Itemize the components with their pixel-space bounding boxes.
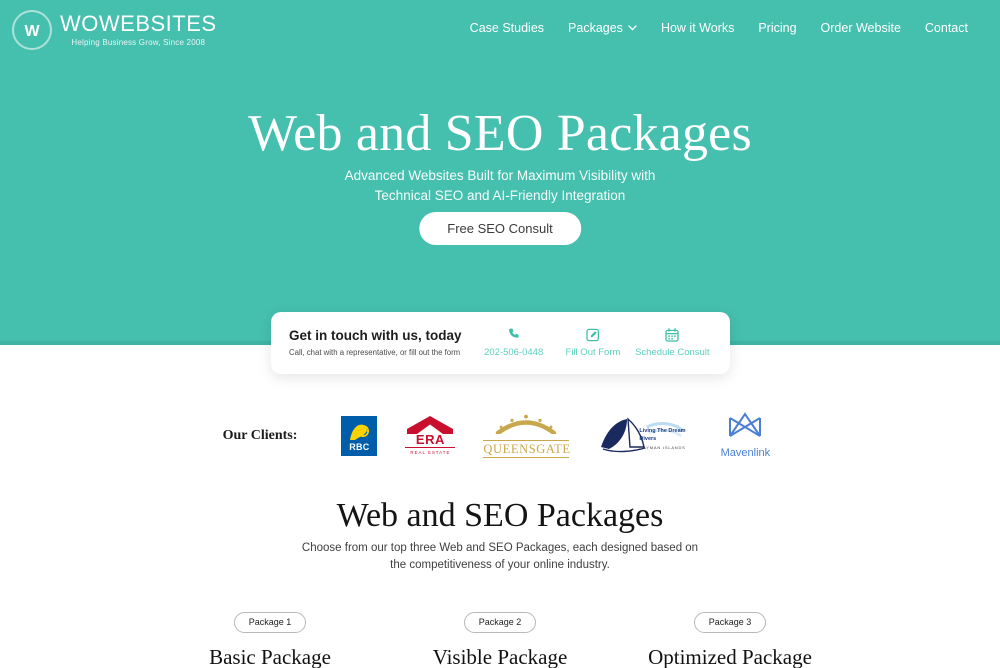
client-logo-mavenlink: Mavenlink [713,409,777,463]
fill-out-form-label: Fill Out Form [565,347,621,358]
main-navigation: Case Studies Packages How it Works Prici… [470,0,1000,35]
package-card-1[interactable]: Package 1 Basic Package [155,612,385,668]
brand-name: WOWEBSITES [60,10,217,36]
era-real-estate-logo: ERA REAL ESTATE [405,416,456,456]
rbc-logo: RBC [341,416,378,456]
landing-page: W WOWEBSITES Helping Business Grow, Sinc… [0,0,1000,668]
client-logo-living-the-dream-divers: Living The Dream Divers CAYMAN ISLANDS [597,409,686,463]
chevron-down-icon [628,25,637,31]
nav-label: Packages [568,21,623,35]
hero-subtitle-line-1: Advanced Websites Built for Maximum Visi… [344,168,656,183]
packages-subtitle-line-2: the competitiveness of your online indus… [390,559,610,571]
site-header: W WOWEBSITES Helping Business Grow, Sinc… [0,0,1000,60]
contact-card: Get in touch with us, today Call, chat w… [271,312,730,374]
hero-title: Web and SEO Packages [248,105,752,162]
rbc-lion-globe-icon [350,424,370,440]
phone-number-label: 202-506-0448 [484,347,544,358]
free-seo-consult-button[interactable]: Free SEO Consult [419,212,581,245]
package-1-name: Basic Package [209,645,331,668]
contact-card-actions: 202-506-0448 Fill Out Form Schedule Cons… [474,327,712,359]
nav-label: Order Website [820,21,901,35]
nav-label: Case Studies [469,21,545,35]
queensgate-wordmark: QUEENSGATE [483,440,571,458]
mavenlink-wordmark: Mavenlink [720,447,771,459]
calendar-icon [665,328,679,342]
phone-icon [508,328,519,338]
client-logo-era: ERA REAL ESTATE [405,409,456,463]
client-logo-rbc: RBC ® [341,409,1000,463]
contact-card-text: Get in touch with us, today Call, chat w… [289,327,474,359]
nav-item-how-it-works[interactable]: How it Works [661,21,734,35]
nav-label: Contact [924,21,968,35]
era-subtitle: REAL ESTATE [405,447,456,456]
svg-text:W: W [24,23,40,40]
package-card-3[interactable]: Package 3 Optimized Package [615,612,845,668]
package-1-badge[interactable]: Package 1 [233,612,307,633]
packages-section-subtitle: Choose from our top three Web and SEO Pa… [0,540,1000,574]
nav-item-packages[interactable]: Packages [568,21,637,35]
pencil-square-icon [586,328,599,342]
schedule-consult-label: Schedule Consult [635,347,710,358]
queensgate-crown-icon [496,414,557,436]
nav-label: Pricing [758,21,797,35]
w-circle-logo-icon: W [12,10,52,50]
brand-logo[interactable]: W WOWEBSITES Helping Business Grow, Sinc… [0,0,217,50]
clients-label: Our Clients: [222,428,298,443]
package-3-name: Optimized Package [648,645,812,668]
brand-tagline: Helping Business Grow, Since 2008 [71,37,206,47]
brand-text-block: WOWEBSITES Helping Business Grow, Since … [60,12,217,49]
nav-label: How it Works [660,21,735,35]
ltd-line-1: Living The Dream [639,428,686,434]
package-card-2[interactable]: Package 2 Visible Package [385,612,615,668]
packages-section-title: Web and SEO Packages [336,497,664,534]
call-phone-action[interactable]: 202-506-0448 [475,327,553,359]
hero-subtitle-line-2: Technical SEO and AI-Friendly Integratio… [374,188,626,203]
nav-item-order-website[interactable]: Order Website [821,21,901,35]
clients-strip: Our Clients: RBC ® ERA REAL ESTATE [0,408,1000,464]
hero-subtitle: Advanced Websites Built for Maximum Visi… [0,166,1000,206]
contact-card-title: Get in touch with us, today [289,328,462,343]
mavenlink-mark-icon [729,412,762,437]
living-the-dream-divers-logo: Living The Dream Divers CAYMAN ISLANDS [597,413,686,459]
ltd-line-2: Divers [639,436,657,442]
era-wordmark: ERA [415,432,445,447]
package-3-badge[interactable]: Package 3 [693,612,767,633]
packages-subtitle-line-1: Choose from our top three Web and SEO Pa… [301,542,699,554]
schedule-consult-action[interactable]: Schedule Consult [633,327,711,359]
ltd-line-3: CAYMAN ISLANDS [639,445,686,450]
package-2-name: Visible Package [432,645,568,668]
package-2-badge[interactable]: Package 2 [463,612,537,633]
mavenlink-logo: Mavenlink [713,412,777,460]
nav-item-case-studies[interactable]: Case Studies [470,21,544,35]
nav-item-pricing[interactable]: Pricing [758,21,796,35]
nav-item-contact[interactable]: Contact [925,21,968,35]
client-logo-queensgate: QUEENSGATE [483,409,571,463]
queensgate-logo: QUEENSGATE [483,414,571,458]
packages-card-row: Package 1 Basic Package Package 2 Visibl… [0,612,1000,668]
contact-card-description: Call, chat with a representative, or fil… [289,348,461,357]
fill-out-form-action[interactable]: Fill Out Form [554,327,632,359]
